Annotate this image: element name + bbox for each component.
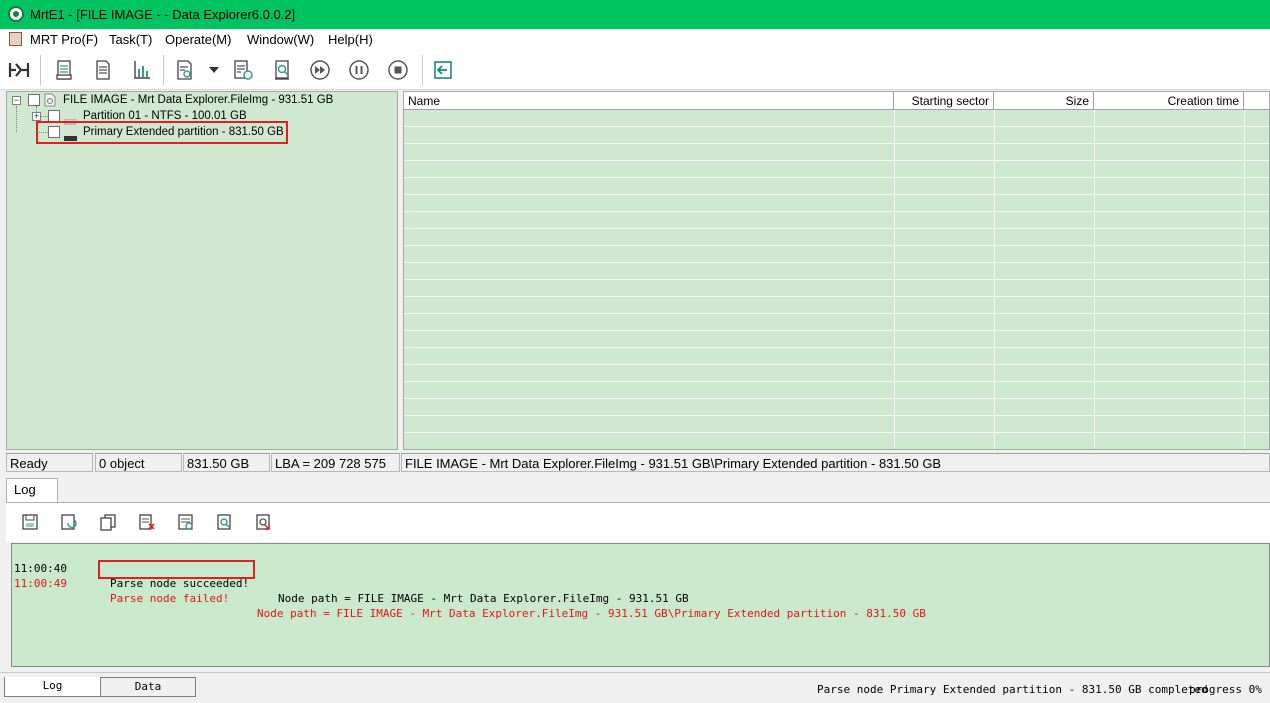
stop-icon[interactable] (385, 57, 411, 83)
grid-line (404, 279, 1269, 280)
menu-task[interactable]: Task(T) (109, 32, 152, 47)
menu-window[interactable]: Window(W) (247, 32, 314, 47)
log-settings-icon[interactable] (175, 511, 197, 533)
chart-icon[interactable] (129, 57, 155, 83)
grid-line (404, 194, 1269, 195)
collapse-toggle[interactable]: − (12, 96, 21, 105)
toolbar-separator (163, 55, 164, 85)
tree-checkbox[interactable] (28, 94, 40, 106)
window-title: MrtE1 - [FILE IMAGE - - Data Explorer6.0… (30, 7, 296, 22)
menu-help[interactable]: Help(H) (328, 32, 373, 47)
tab-log[interactable]: Log (6, 478, 58, 503)
log-toolbar (6, 503, 1270, 542)
connect-icon[interactable] (6, 57, 32, 83)
grid-line (404, 228, 1269, 229)
highlight-box (36, 121, 288, 144)
tree-node-file-image[interactable]: − FILE IMAGE - Mrt Data Explorer.FileImg… (7, 92, 397, 108)
grid-line (404, 449, 1270, 450)
grid-line (404, 313, 1269, 314)
column-size[interactable]: Size (994, 92, 1094, 110)
grid-line (404, 211, 1269, 212)
grid-line (404, 245, 1269, 246)
status-size: 831.50 GB (183, 453, 270, 472)
title-bar: MrtE1 - [FILE IMAGE - - Data Explorer6.0… (0, 0, 1270, 29)
pause-icon[interactable] (346, 57, 372, 83)
grid-column-line (994, 110, 995, 449)
status-path: FILE IMAGE - Mrt Data Explorer.FileImg -… (401, 453, 1270, 472)
bottom-tab-log[interactable]: Log (4, 677, 101, 697)
export-icon[interactable] (253, 511, 275, 533)
grid-line (404, 364, 1269, 365)
status-lba: LBA = 209 728 575 (271, 453, 400, 472)
status-bar: Ready 0 object 831.50 GB LBA = 209 728 5… (6, 453, 1270, 473)
status-state: Ready (6, 453, 93, 472)
disk-info-icon[interactable] (51, 57, 77, 83)
column-name[interactable]: Name (404, 92, 894, 110)
document-menu-icon[interactable] (9, 32, 22, 46)
log-node-path: Node path = FILE IMAGE - Mrt Data Explor… (278, 592, 689, 605)
status-object-count: 0 object (95, 453, 182, 472)
grid-line (404, 126, 1269, 127)
menu-operate[interactable]: Operate(M) (165, 32, 231, 47)
scan-icon[interactable] (172, 57, 198, 83)
search-doc-icon[interactable] (270, 57, 296, 83)
grid-column-line (894, 110, 895, 449)
grid-line (404, 415, 1269, 416)
grid-line (404, 432, 1269, 433)
menu-bar: MRT Pro(F) Task(T) Operate(M) Window(W) … (0, 29, 1270, 49)
column-creation-time[interactable]: Creation time (1094, 92, 1244, 110)
expand-toggle[interactable]: + (32, 112, 41, 121)
log-entry: 11:00:40 Parse node succeeded! Node path… (14, 546, 1264, 605)
grid-line (404, 296, 1269, 297)
partition-tree: − FILE IMAGE - Mrt Data Explorer.FileImg… (6, 91, 398, 450)
column-starting-sector[interactable]: Starting sector (894, 92, 994, 110)
toolbar-separator (40, 55, 41, 85)
grid-line (404, 347, 1269, 348)
list-grid (404, 110, 1270, 450)
log-output: 11:00:40 Parse node succeeded! Node path… (11, 543, 1270, 667)
log-message: Parse node failed! (110, 592, 230, 605)
app-logo-icon (8, 6, 24, 22)
refresh-icon[interactable] (58, 511, 80, 533)
copy-icon[interactable] (97, 511, 119, 533)
file-list: Name Starting sector Size Creation time (403, 91, 1270, 450)
list-header: Name Starting sector Size Creation time (404, 92, 1269, 110)
toolbar-separator (422, 55, 423, 85)
save-icon[interactable] (19, 511, 41, 533)
settings-list-icon[interactable] (230, 57, 256, 83)
grid-line (404, 330, 1269, 331)
clear-log-icon[interactable] (136, 511, 158, 533)
grid-line (404, 398, 1269, 399)
grid-line (404, 160, 1269, 161)
highlight-box (98, 560, 255, 579)
log-node-path: Node path = FILE IMAGE - Mrt Data Explor… (257, 607, 926, 620)
tree-node-label: FILE IMAGE - Mrt Data Explorer.FileImg -… (63, 94, 334, 106)
grid-line (404, 381, 1269, 382)
bottom-tab-bar: Log Data Parse node Primary Extended par… (0, 672, 1270, 703)
menu-mrt-pro[interactable]: MRT Pro(F) (30, 32, 98, 47)
bottom-tab-data[interactable]: Data (100, 677, 196, 697)
grid-column-line (1094, 110, 1095, 449)
find-icon[interactable] (214, 511, 236, 533)
grid-line (404, 177, 1269, 178)
grid-column-line (1244, 110, 1245, 449)
exit-icon[interactable] (430, 57, 456, 83)
main-toolbar (0, 49, 1270, 90)
bottom-status-text: Parse node Primary Extended partition - … (817, 683, 1208, 696)
grid-line (404, 143, 1269, 144)
dropdown-arrow-icon[interactable] (202, 57, 226, 83)
document-icon[interactable] (90, 57, 116, 83)
progress-text: progress 0% (1189, 683, 1262, 696)
fast-forward-icon[interactable] (307, 57, 333, 83)
grid-line (404, 262, 1269, 263)
log-timestamp: 11:00:49 (14, 577, 67, 590)
